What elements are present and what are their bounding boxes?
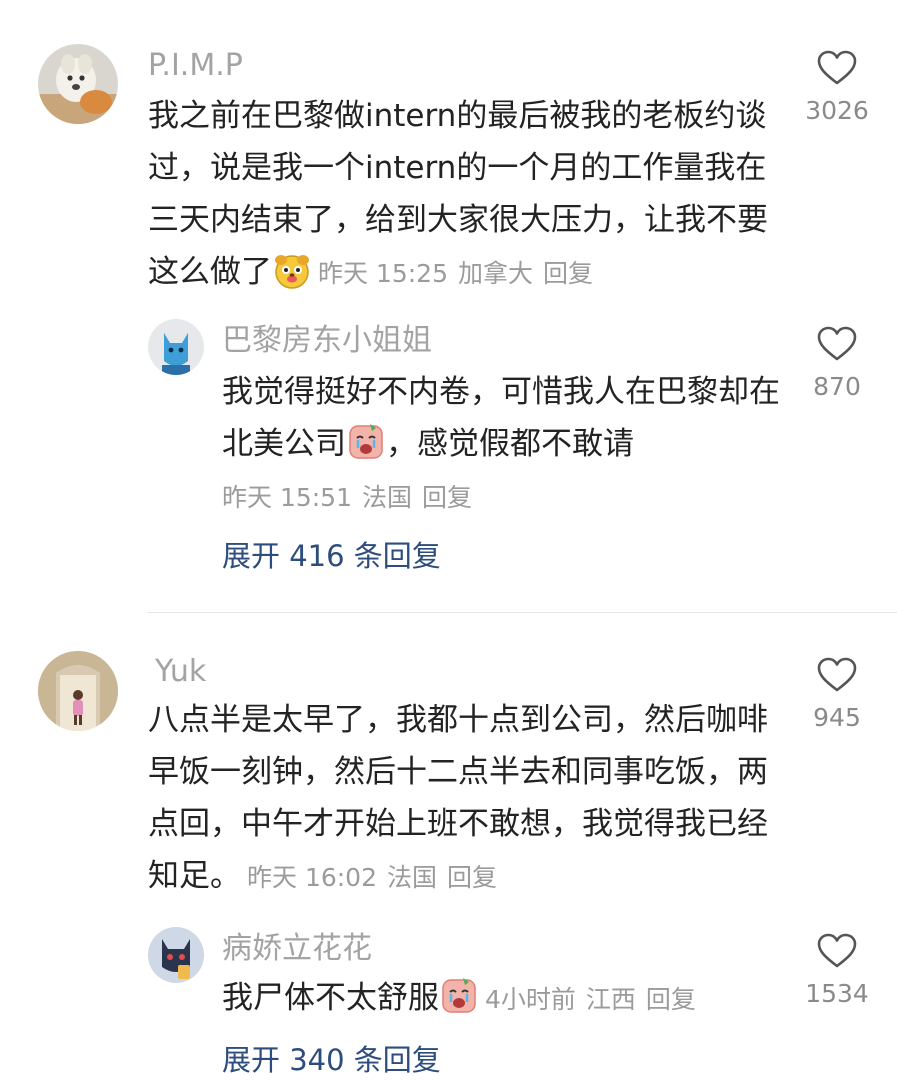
reply-meta: 4小时前 江西 回复 (485, 985, 696, 1014)
reply-username[interactable]: 巴黎房东小姐姐 (222, 323, 432, 359)
reply-username[interactable]: 病娇立花花 (222, 931, 372, 967)
reply-text: 我尸体不太舒服 4小时前 江西 回复 (222, 972, 782, 1026)
comment-text: 我之前在巴黎做intern的最后被我的老板约谈过，说是我一个intern的一个月… (148, 90, 778, 300)
heart-outline-icon (817, 326, 857, 361)
reply-avatar[interactable] (148, 927, 204, 983)
avatar-photo-icon (148, 319, 204, 375)
reply-like-button[interactable]: 1534 (792, 933, 882, 1009)
comments-page: P.I.M.P 我之前在巴黎做intern的最后被我的老板约谈过，说是我一个in… (0, 0, 897, 1080)
reply-like-button[interactable]: 870 (792, 326, 882, 402)
like-count: 3026 (805, 96, 869, 125)
reply-button[interactable]: 回复 (646, 985, 696, 1014)
timestamp: 昨天 16:02 (247, 863, 377, 892)
timestamp: 昨天 15:25 (318, 259, 448, 288)
comment-divider (148, 612, 897, 613)
like-button[interactable]: 945 (792, 657, 882, 733)
crying-face-emoji-icon (346, 422, 386, 462)
timestamp: 4小时前 (485, 985, 576, 1014)
reply-button[interactable]: 回复 (447, 863, 497, 892)
like-button[interactable]: 3026 (792, 50, 882, 126)
avatar-photo-icon (38, 651, 118, 731)
avatar-photo-icon (148, 927, 204, 983)
heart-outline-icon (817, 933, 857, 968)
dog-face-emoji-icon (272, 250, 312, 290)
reply-text: 我觉得挺好不内卷，可惜我人在巴黎却在北美公司 ，感觉假都不敢请 (222, 366, 782, 470)
avatar[interactable] (38, 44, 118, 124)
reply-button[interactable]: 回复 (422, 483, 472, 512)
avatar-photo-icon (38, 44, 118, 124)
comment-meta: 昨天 16:02 法国 回复 (247, 863, 497, 892)
like-count: 1534 (805, 979, 869, 1008)
reply-button[interactable]: 回复 (543, 259, 593, 288)
like-count: 945 (813, 703, 861, 732)
location: 法国 (362, 483, 413, 512)
location: 加拿大 (458, 259, 534, 288)
expand-replies-link[interactable]: 展开 416 条回复 (222, 538, 441, 574)
reply-body: 我尸体不太舒服 (222, 980, 439, 1016)
comment-text: 八点半是太早了，我都十点到公司，然后咖啡早饭一刻钟，然后十二点半去和同事吃饭，两… (148, 694, 778, 904)
comment-meta: 昨天 15:25 加拿大 回复 (318, 259, 593, 288)
avatar[interactable] (38, 651, 118, 731)
location: 江西 (585, 985, 636, 1014)
like-count: 870 (813, 372, 861, 401)
reply-meta: 昨天 15:51 法国 回复 (222, 478, 472, 514)
expand-replies-link[interactable]: 展开 340 条回复 (222, 1042, 441, 1078)
username[interactable]: Yuk (155, 654, 206, 690)
crying-face-emoji-icon (439, 976, 479, 1016)
location: 法国 (387, 863, 438, 892)
heart-outline-icon (817, 50, 857, 85)
timestamp: 昨天 15:51 (222, 483, 352, 512)
reply-body-after: ，感觉假都不敢请 (386, 426, 634, 462)
reply-avatar[interactable] (148, 319, 204, 375)
heart-outline-icon (817, 657, 857, 692)
username[interactable]: P.I.M.P (148, 48, 243, 84)
